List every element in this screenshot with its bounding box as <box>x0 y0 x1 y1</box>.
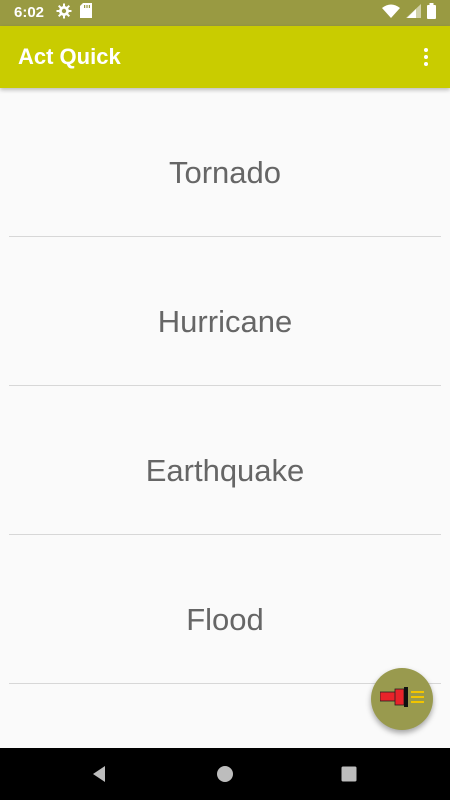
list-item-earthquake[interactable]: Earthquake <box>0 386 450 535</box>
home-icon[interactable] <box>213 762 237 786</box>
cell-signal-icon <box>406 3 421 23</box>
status-left-icons <box>56 3 92 24</box>
gear-icon <box>56 3 72 24</box>
list-item-label: Hurricane <box>157 303 293 339</box>
list-item-flood[interactable]: Flood <box>0 535 450 684</box>
sd-card-icon <box>80 3 92 23</box>
disaster-list: Tornado Hurricane Earthquake Flood <box>0 88 450 748</box>
app-title: Act Quick <box>18 44 121 69</box>
screen: 6:02 Act Quick Tornado Hurricane Earthqu… <box>0 0 450 800</box>
list-item-label: Earthquake <box>145 452 305 488</box>
list-item-label: Tornado <box>168 154 282 190</box>
recents-icon[interactable] <box>337 762 361 786</box>
flashlight-menu-icon <box>379 686 424 713</box>
flashlight-menu-button[interactable] <box>371 668 433 730</box>
nav-bar <box>0 748 450 800</box>
status-right-icons <box>382 2 436 24</box>
list-item-hurricane[interactable]: Hurricane <box>0 237 450 386</box>
app-bar: Act Quick <box>0 26 450 88</box>
list-item-label: Flood <box>186 601 264 637</box>
more-vertical-icon[interactable] <box>414 43 438 71</box>
wifi-icon <box>382 4 400 23</box>
status-bar: 6:02 <box>0 0 450 26</box>
battery-icon <box>427 2 436 24</box>
back-icon[interactable] <box>87 762 111 786</box>
list-item-tornado[interactable]: Tornado <box>0 88 450 237</box>
status-time: 6:02 <box>14 4 45 21</box>
